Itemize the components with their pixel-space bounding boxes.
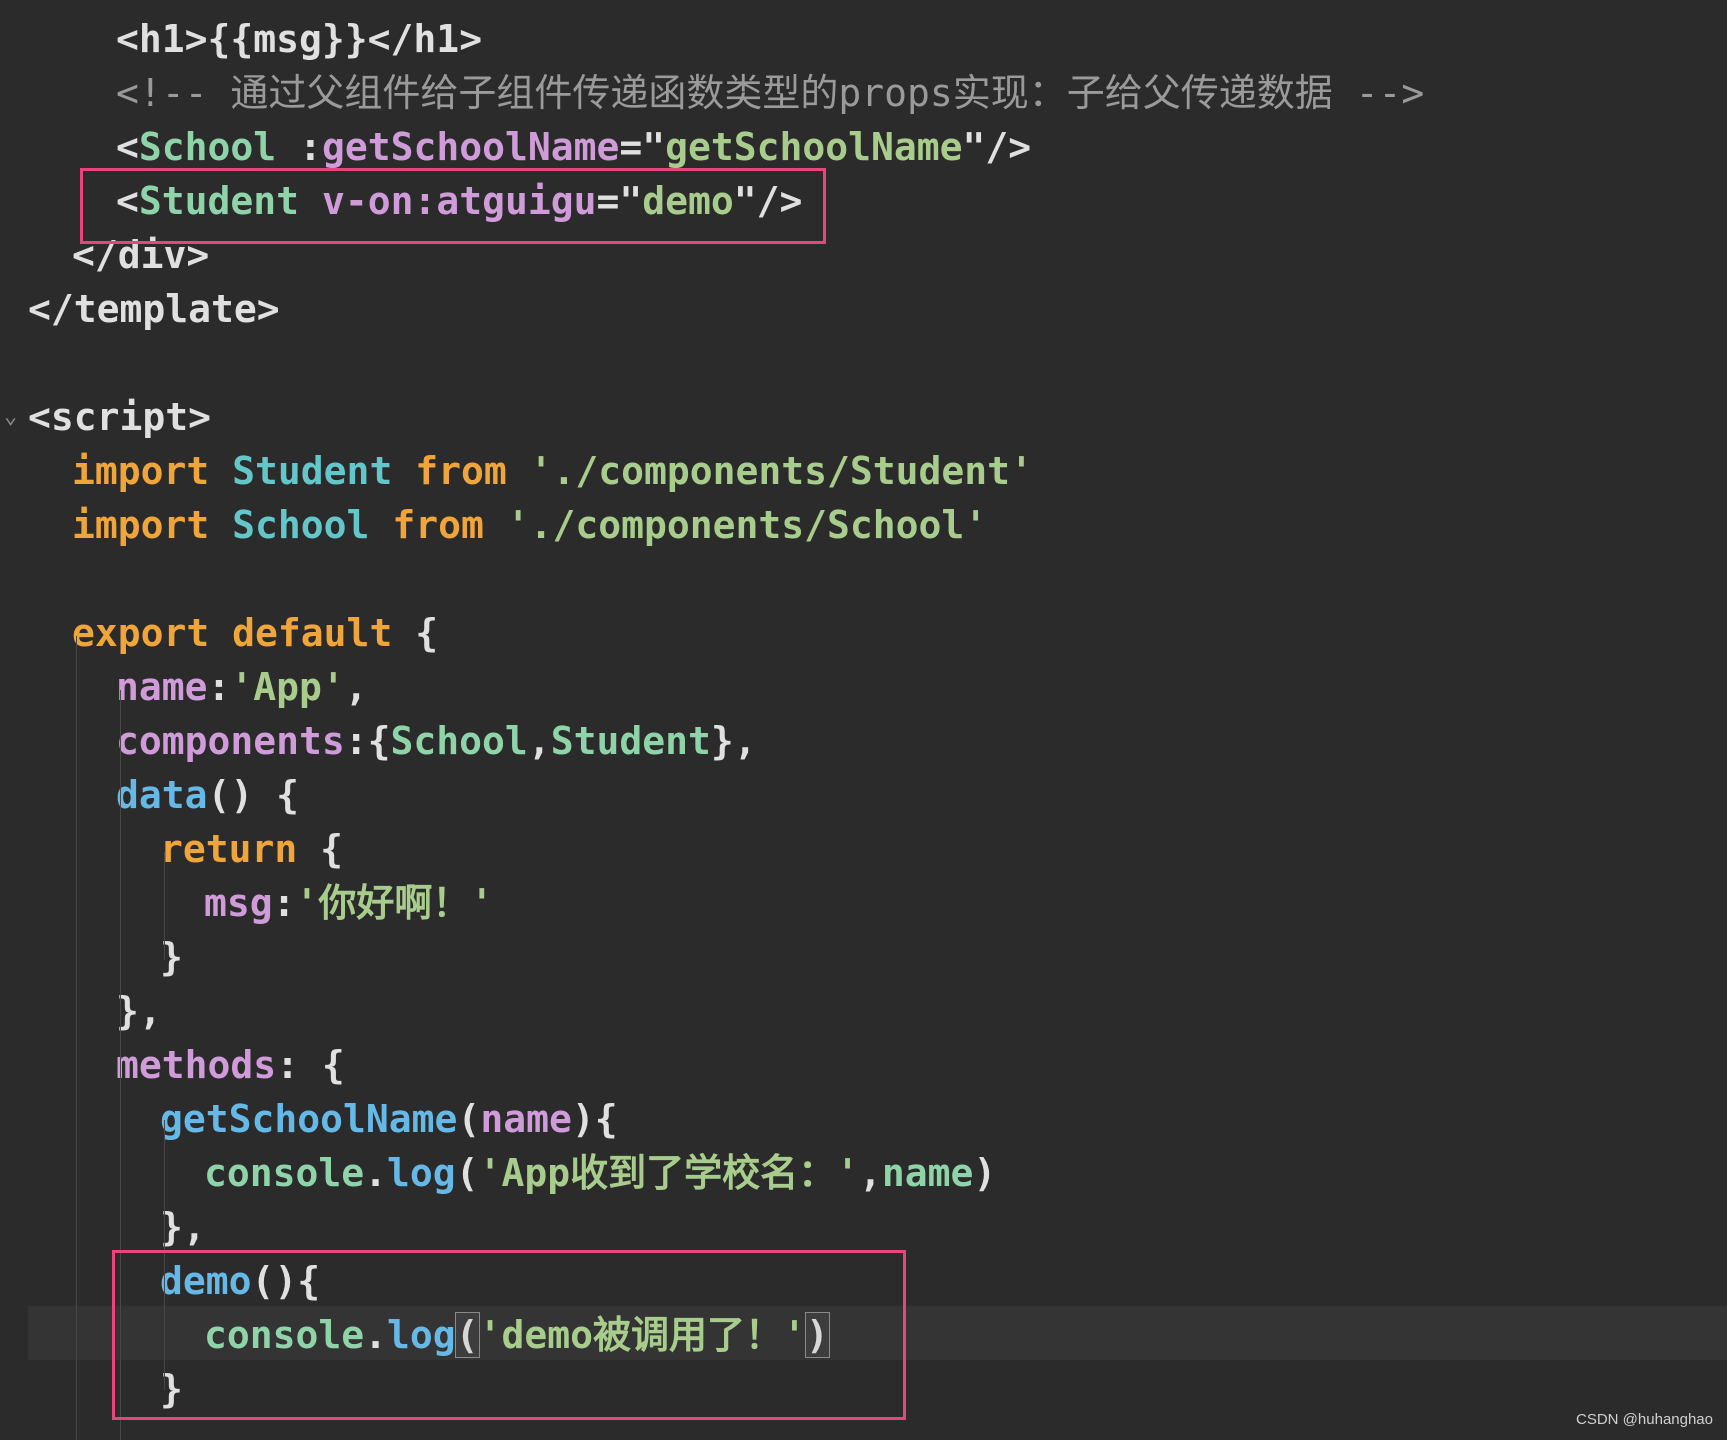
code-token: components xyxy=(116,719,345,763)
code-token: ) xyxy=(973,1151,997,1195)
code-token: </template> xyxy=(28,287,280,331)
code-token: <!-- 通过父组件给子组件传递函数类型的props实现：子给父传递数据 --> xyxy=(116,71,1425,115)
code-token: : xyxy=(276,125,322,169)
code-line[interactable]: <School :getSchoolName="getSchoolName"/> xyxy=(116,120,1031,174)
code-token: 'App' xyxy=(230,665,345,709)
code-token: =" xyxy=(619,125,666,169)
code-token: . xyxy=(364,1151,388,1195)
code-token: import xyxy=(72,503,210,547)
code-token: getSchoolName xyxy=(160,1097,458,1141)
indent-guide xyxy=(76,636,77,1440)
code-token: from xyxy=(415,449,507,493)
code-line[interactable]: <!-- 通过父组件给子组件传递函数类型的props实现：子给父传递数据 --> xyxy=(116,66,1424,120)
code-line[interactable]: methods: { xyxy=(116,1038,345,1092)
code-line[interactable]: import Student from './components/Studen… xyxy=(72,444,1033,498)
code-line[interactable]: import School from './components/School' xyxy=(72,498,987,552)
code-line[interactable]: msg:'你好啊！' xyxy=(204,876,493,930)
code-token: default xyxy=(232,611,393,655)
code-line[interactable]: }, xyxy=(116,984,162,1038)
code-line[interactable]: getSchoolName(name){ xyxy=(160,1092,618,1146)
code-token: }, xyxy=(116,989,162,1033)
chevron-down-icon[interactable]: ⌄ xyxy=(4,404,17,429)
code-token: :{ xyxy=(344,719,391,763)
code-line[interactable]: components:{School,Student}, xyxy=(116,714,757,768)
code-token: : xyxy=(272,881,296,925)
code-token: { xyxy=(392,611,439,655)
code-line[interactable]: }, xyxy=(160,1200,206,1254)
code-token: getSchoolName xyxy=(321,125,620,169)
code-token: <script> xyxy=(28,395,212,439)
code-token: from xyxy=(392,503,484,547)
code-token: , xyxy=(527,719,551,763)
code-token: School xyxy=(232,503,370,547)
code-line[interactable]: name:'App', xyxy=(116,660,368,714)
code-token: ){ xyxy=(571,1097,618,1141)
code-line[interactable]: export default { xyxy=(72,606,438,660)
code-token: '你好啊！' xyxy=(295,881,494,925)
code-token: import xyxy=(72,449,210,493)
code-token: < xyxy=(116,125,139,169)
code-token: console xyxy=(204,1151,365,1195)
code-token: Student xyxy=(232,449,393,493)
code-token: data xyxy=(116,773,208,817)
code-line[interactable]: console.log('App收到了学校名：',name) xyxy=(204,1146,996,1200)
code-token: name xyxy=(116,665,208,709)
code-token: School xyxy=(390,719,528,763)
code-token: () { xyxy=(207,773,300,817)
code-line[interactable]: </template> xyxy=(28,282,280,336)
code-token: msg xyxy=(204,881,273,925)
code-token: "/> xyxy=(962,125,1032,169)
code-line[interactable]: <script> xyxy=(28,390,211,444)
code-token: }}</h1> xyxy=(321,17,483,61)
code-token: }, xyxy=(710,719,757,763)
indent-guide xyxy=(164,852,165,960)
code-token: Student xyxy=(550,719,711,763)
code-token: , xyxy=(858,1151,882,1195)
code-token: methods xyxy=(116,1043,277,1087)
code-token: <h1>{{ xyxy=(116,17,254,61)
code-token: name xyxy=(480,1097,572,1141)
code-line[interactable]: return { xyxy=(160,822,343,876)
code-token: : { xyxy=(276,1043,345,1087)
code-line[interactable]: data() { xyxy=(116,768,299,822)
highlight-box-demo-method xyxy=(112,1250,906,1420)
code-editor[interactable]: ⌄ <h1>{{msg}}</h1> <!-- 通过父组件给子组件传递函数类型的p… xyxy=(0,0,1727,1440)
code-token: }, xyxy=(160,1205,206,1249)
highlight-box-student-tag xyxy=(80,168,826,244)
code-token: './components/Student' xyxy=(529,449,1033,493)
code-token: log xyxy=(387,1151,456,1195)
code-line[interactable]: <h1>{{msg}}</h1> xyxy=(116,12,482,66)
code-token: './components/School' xyxy=(506,503,988,547)
code-token: , xyxy=(344,665,368,709)
code-token: name xyxy=(881,1151,974,1195)
code-token: { xyxy=(297,827,344,871)
code-token: msg xyxy=(253,17,322,61)
code-token: ( xyxy=(455,1151,479,1195)
watermark: CSDN @huhanghao xyxy=(1576,1411,1713,1428)
code-token: 'App收到了学校名：' xyxy=(478,1151,859,1195)
code-token: : xyxy=(207,665,231,709)
code-token: return xyxy=(160,827,298,871)
code-token: ( xyxy=(457,1097,481,1141)
code-token: getSchoolName xyxy=(665,125,963,169)
code-token: School xyxy=(138,125,277,169)
code-token: export xyxy=(72,611,210,655)
